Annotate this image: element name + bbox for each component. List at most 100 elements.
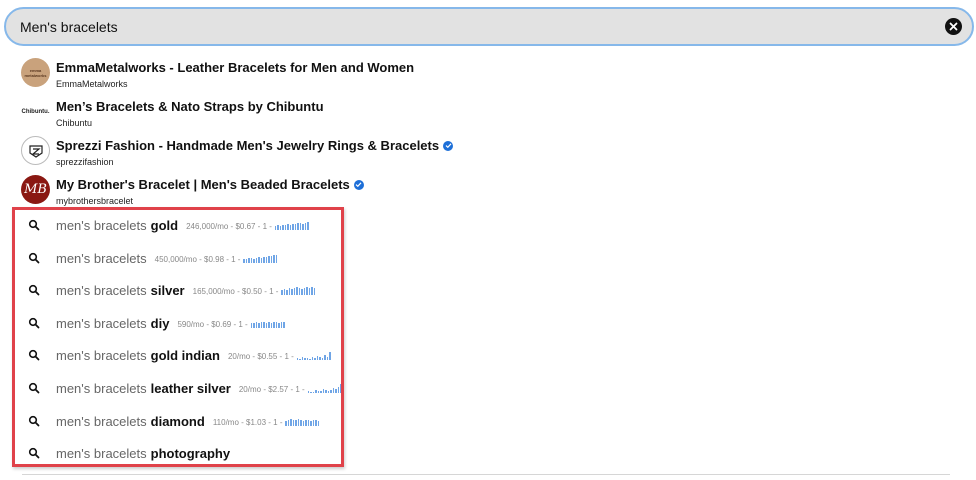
sparkline-bar	[280, 321, 283, 328]
search-icon	[28, 350, 40, 361]
suggestion-stats: 20/mo - $0.55 - 1 -	[227, 352, 294, 362]
search-icon	[28, 448, 40, 459]
suggestion-stats: 246,000/mo - $0.67 - 1 -	[186, 222, 272, 231]
close-circle-icon[interactable]	[945, 18, 962, 35]
suggestion-keyword: gold indian	[150, 348, 220, 364]
shop-avatar: Chibuntu.	[21, 97, 50, 126]
suggestion-stats: 110/mo - $1.03 - 1 -	[212, 417, 283, 427]
suggestion-keyword: leather silver	[150, 380, 231, 396]
suggestion-base: men's bracelets	[56, 446, 147, 462]
shop-row-chibuntu[interactable]: Chibuntu. Men’s Bracelets & Nato Straps …	[0, 91, 976, 130]
sparkline-bar	[273, 321, 275, 328]
sparkline-bar	[285, 420, 287, 426]
suggestion-text: men's bracelets photography	[56, 446, 230, 461]
shop-avatar: MB	[21, 175, 50, 204]
shop-handle: Chibuntu	[56, 118, 93, 128]
sparkline-bar	[243, 258, 245, 263]
shop-row-sprezzifashion[interactable]: Sprezzi Fashion - Handmade Men's Jewelry…	[0, 130, 976, 169]
sparkline-bar	[315, 419, 317, 426]
sparkline-bar	[258, 322, 260, 328]
shop-handle: mybrothersbracelet	[56, 196, 134, 206]
sparkline-bar	[303, 288, 306, 296]
sparkline-bar	[307, 419, 310, 426]
shop-title: EmmaMetalworks - Leather Bracelets for M…	[56, 60, 415, 75]
suggestion-row[interactable]: men's bracelets leather silver 20/mo - $2.…	[0, 371, 976, 404]
sparkline-bar	[274, 226, 277, 230]
trend-sparkline	[250, 319, 285, 328]
suggestion-keyword: diy	[150, 315, 170, 331]
search-icon	[28, 285, 40, 296]
suggestion-text: men's bracelets gold 246,000/mo - $0.67 - …	[56, 218, 309, 233]
suggestion-text: men's bracelets gold indian 20/mo - $0.55 …	[56, 348, 331, 363]
verified-badge-icon	[353, 179, 364, 190]
sparkline-bar	[283, 289, 286, 296]
suggestion-row[interactable]: men's bracelets diy 590/mo - $0.69 - 1 -	[0, 306, 976, 339]
suggestion-row[interactable]: men's bracelets 450,000/mo - $0.98 - 1 -	[0, 241, 976, 274]
sparkline-bar	[290, 418, 292, 426]
suggestion-stats: 20/mo - $2.57 - 1 -	[238, 384, 305, 394]
sparkline-bar	[332, 387, 335, 393]
sparkline-bar	[327, 390, 330, 393]
sparkline-bar	[301, 289, 303, 296]
suggestion-row[interactable]: men's bracelets silver 165,000/mo - $0.50 …	[0, 273, 976, 306]
sparkline-bar	[273, 254, 275, 263]
suggestion-stats: 165,000/mo - $0.50 - 1 -	[192, 287, 279, 297]
trend-sparkline	[307, 383, 342, 393]
sparkline-bar	[281, 290, 283, 296]
sparkline-bar	[279, 226, 282, 230]
sparkline-bar	[297, 418, 300, 426]
shop-title: My Brother's Bracelet | Men's Beaded Bra…	[56, 177, 350, 192]
sprezzi-logo-icon	[28, 144, 43, 158]
suggestion-base: men's bracelets	[56, 380, 147, 396]
sparkline-bar	[324, 355, 326, 361]
sparkline-bar	[337, 386, 340, 393]
sparkline-bar	[245, 258, 248, 263]
search-suggestion-list: men's bracelets gold 246,000/mo - $0.67 - …	[0, 208, 976, 469]
sparkline-bar	[308, 288, 311, 296]
suggestion-row[interactable]: men's bracelets photography	[0, 436, 976, 469]
search-icon	[28, 219, 40, 231]
sparkline-bar	[265, 256, 268, 263]
sparkline-bar	[316, 356, 319, 361]
sparkline-bar	[283, 321, 285, 328]
sparkline-bar	[312, 391, 315, 393]
sparkline-bar	[317, 420, 320, 426]
suggestion-base: men's bracelets	[56, 283, 147, 299]
sparkline-bar	[310, 420, 312, 426]
suggestion-keyword: diamond	[150, 413, 205, 429]
shop-handle: EmmaMetalworks	[56, 79, 128, 89]
sparkline-bar	[313, 288, 316, 296]
suggestion-row[interactable]: men's bracelets diamond 110/mo - $1.03 - 1…	[0, 404, 976, 437]
shop-row-emmametalworks[interactable]: emma metalworks EmmaMetalworks - Leather…	[0, 52, 976, 91]
suggestion-row[interactable]: men's bracelets gold indian 20/mo - $0.55 …	[0, 338, 976, 371]
suggestion-stats: 450,000/mo - $0.98 - 1 -	[154, 254, 241, 264]
sparkline-bar	[277, 225, 279, 230]
search-input[interactable]	[20, 17, 920, 37]
sparkline-bar	[311, 357, 314, 361]
sparkline-bar	[260, 321, 263, 328]
sparkline-bar	[294, 224, 297, 230]
sparkline-bar	[292, 224, 294, 230]
verified-badge-icon	[443, 140, 454, 151]
search-bar[interactable]	[4, 7, 974, 46]
sparkline-bar	[268, 321, 270, 328]
sparkline-bar	[292, 419, 295, 426]
sparkline-bar	[255, 321, 258, 328]
sparkline-bar	[305, 419, 307, 426]
shop-avatar-text: emma metalworks	[24, 67, 47, 78]
sparkline-bar	[299, 223, 302, 230]
sparkline-bar	[319, 357, 321, 361]
sparkline-bar	[255, 257, 258, 263]
sparkline-bar	[300, 419, 302, 426]
shop-row-mybrothersbracelet[interactable]: MB My Brother's Bracelet | Men's Beaded …	[0, 169, 976, 208]
sparkline-bar	[253, 322, 255, 328]
sparkline-bar	[268, 255, 270, 263]
shop-title: Sprezzi Fashion - Handmade Men's Jewelry…	[56, 138, 440, 153]
sparkline-bar	[284, 225, 287, 230]
trend-sparkline	[281, 286, 316, 296]
sparkline-bar	[248, 257, 250, 263]
suggestion-keyword: photography	[150, 446, 231, 462]
suggestion-row[interactable]: men's bracelets gold 246,000/mo - $0.67 - …	[0, 208, 976, 241]
sparkline-bar	[278, 322, 280, 328]
suggestion-text: men's bracelets diy 590/mo - $0.69 - 1 -	[56, 316, 285, 331]
